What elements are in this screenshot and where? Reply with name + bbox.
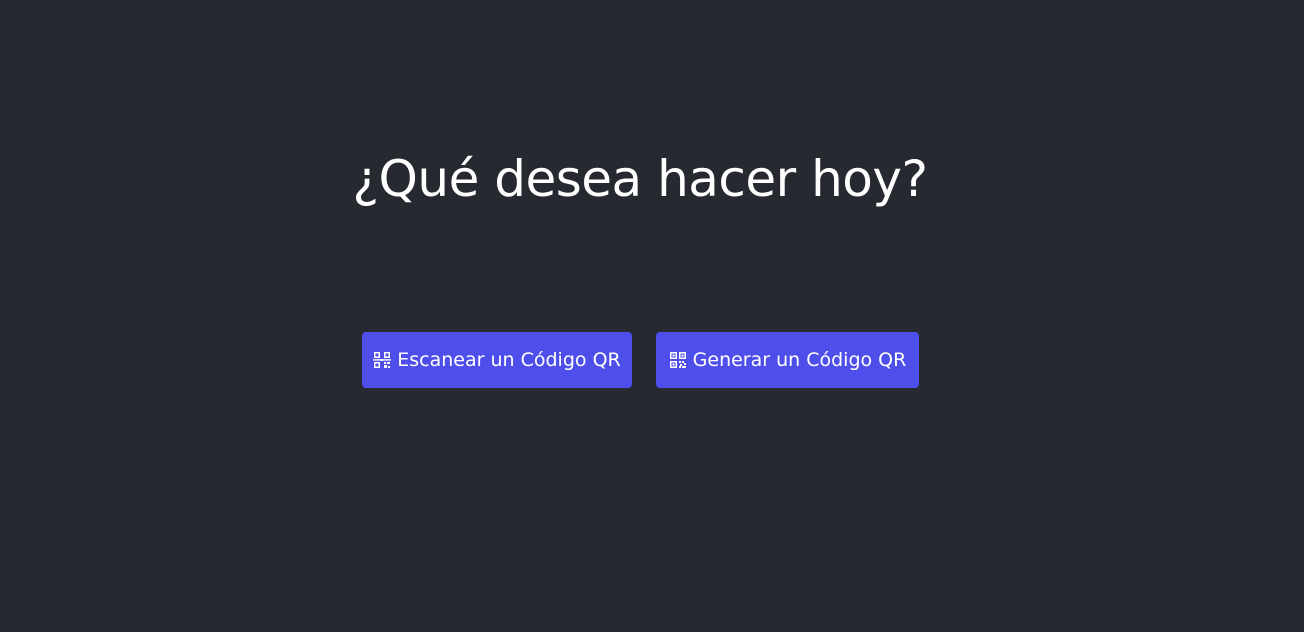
page-title: ¿Qué desea hacer hoy? bbox=[352, 150, 928, 208]
action-buttons: Escanear un Código QR Generar un Código … bbox=[362, 332, 919, 388]
qr-scan-icon bbox=[373, 351, 392, 369]
page: ¿Qué desea hacer hoy? Escanear un Código… bbox=[0, 0, 1304, 632]
qr-code-icon bbox=[669, 351, 687, 369]
scan-qr-button[interactable]: Escanear un Código QR bbox=[362, 332, 632, 388]
generate-qr-label: Generar un Código QR bbox=[692, 349, 907, 371]
scan-qr-label: Escanear un Código QR bbox=[397, 349, 621, 371]
generate-qr-button[interactable]: Generar un Código QR bbox=[656, 332, 919, 388]
